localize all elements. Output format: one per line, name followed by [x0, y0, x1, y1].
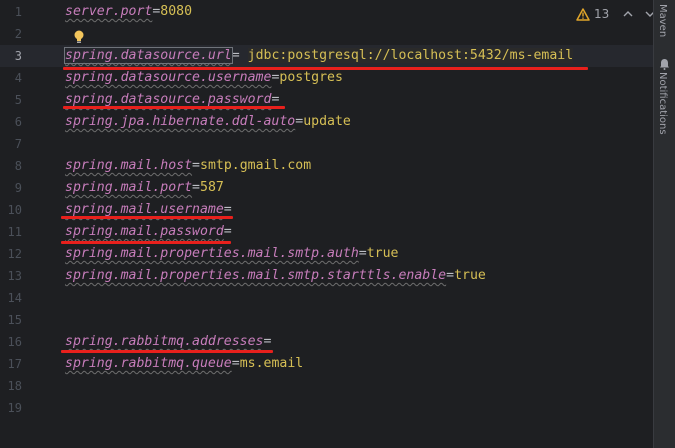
line-number: 17	[7, 357, 22, 371]
equals-sign: =	[358, 246, 367, 261]
line-number: 10	[7, 203, 22, 217]
code-line[interactable]: server.port=8080	[65, 1, 192, 23]
equals-sign: =	[263, 334, 272, 349]
code-line[interactable]: spring.mail.properties.mail.smtp.auth=tr…	[65, 243, 398, 265]
property-value: true	[454, 268, 486, 283]
code-line-current[interactable]: spring.datasource.url= jdbc:postgresql:/…	[64, 45, 574, 67]
chevron-up-icon[interactable]	[621, 7, 635, 21]
equals-sign: =	[295, 114, 304, 129]
code-line[interactable]: spring.mail.password=	[65, 221, 232, 243]
property-key: spring.datasource.password	[65, 92, 272, 107]
code-line[interactable]: spring.datasource.username=postgres	[65, 67, 343, 89]
property-key: server.port	[65, 4, 153, 19]
property-key: spring.rabbitmq.queue	[65, 356, 232, 371]
property-value: update	[303, 114, 351, 129]
line-number: 4	[14, 71, 22, 85]
code-line[interactable]: spring.jpa.hibernate.ddl-auto=update	[65, 111, 351, 133]
equals-sign: =	[231, 356, 240, 371]
equals-sign: =	[192, 158, 200, 173]
right-tool-strip: Maven Notifications	[653, 0, 675, 448]
line-number: 19	[7, 401, 22, 415]
equals-sign: =	[223, 202, 232, 217]
property-key: spring.mail.port	[65, 180, 193, 195]
line-number: 7	[14, 137, 22, 151]
equals-sign: =	[446, 268, 455, 283]
line-number: 16	[7, 335, 22, 349]
property-key: spring.jpa.hibernate.ddl-auto	[65, 114, 296, 129]
property-value: ms.email	[239, 356, 304, 371]
line-number: 11	[7, 225, 22, 239]
line-number: 6	[14, 115, 22, 129]
code-line[interactable]: spring.rabbitmq.queue=ms.email	[65, 353, 303, 375]
line-number: 12	[7, 247, 22, 261]
annotation-underline	[63, 106, 285, 109]
equals-sign: =	[223, 224, 232, 239]
code-line[interactable]: spring.mail.port=587	[65, 177, 224, 199]
notifications-tab[interactable]: Notifications	[657, 72, 668, 135]
equals-sign: =	[271, 92, 280, 107]
property-value: jdbc:postgresql://localhost:5432/ms-emai…	[247, 48, 574, 63]
property-key: spring.datasource.username	[65, 70, 272, 85]
line-number: 15	[7, 313, 22, 327]
code-line[interactable]: spring.mail.host=smtp.gmail.com	[65, 155, 311, 177]
annotation-underline	[63, 67, 588, 70]
property-key: spring.mail.username	[65, 202, 224, 217]
code-line[interactable]: spring.mail.properties.mail.smtp.starttl…	[65, 265, 486, 287]
line-number: 2	[14, 27, 22, 41]
property-key: spring.mail.password	[65, 224, 224, 239]
bell-icon[interactable]	[659, 58, 670, 70]
property-key: spring.mail.properties.mail.smtp.starttl…	[65, 268, 447, 283]
line-number-current: 3	[14, 49, 22, 63]
property-key: spring.datasource.url	[64, 47, 233, 64]
property-value: postgres	[279, 70, 343, 85]
property-value: smtp.gmail.com	[200, 158, 312, 173]
property-value: true	[366, 246, 399, 261]
line-number: 9	[14, 181, 22, 195]
lightbulb-icon[interactable]	[74, 30, 84, 44]
equals-sign: =	[231, 48, 248, 63]
inspection-widget[interactable]: 13	[576, 5, 657, 23]
property-value: 8080	[160, 4, 193, 19]
line-number: 5	[14, 93, 22, 107]
annotation-underline	[61, 241, 231, 244]
annotation-underline	[61, 350, 273, 353]
warning-count: 13	[594, 7, 610, 21]
property-key: spring.mail.host	[65, 158, 193, 173]
line-number: 1	[14, 5, 22, 19]
property-value: 587	[200, 180, 224, 195]
line-number: 14	[7, 291, 22, 305]
annotation-underline	[61, 216, 233, 219]
equals-sign: =	[192, 180, 200, 195]
line-number: 13	[7, 269, 22, 283]
line-number: 18	[7, 379, 22, 393]
maven-tab[interactable]: Maven	[657, 4, 668, 37]
property-key: spring.rabbitmq.addresses	[65, 334, 264, 349]
line-number: 8	[14, 159, 22, 173]
warning-icon	[576, 7, 590, 21]
property-key: spring.mail.properties.mail.smtp.auth	[65, 246, 359, 261]
